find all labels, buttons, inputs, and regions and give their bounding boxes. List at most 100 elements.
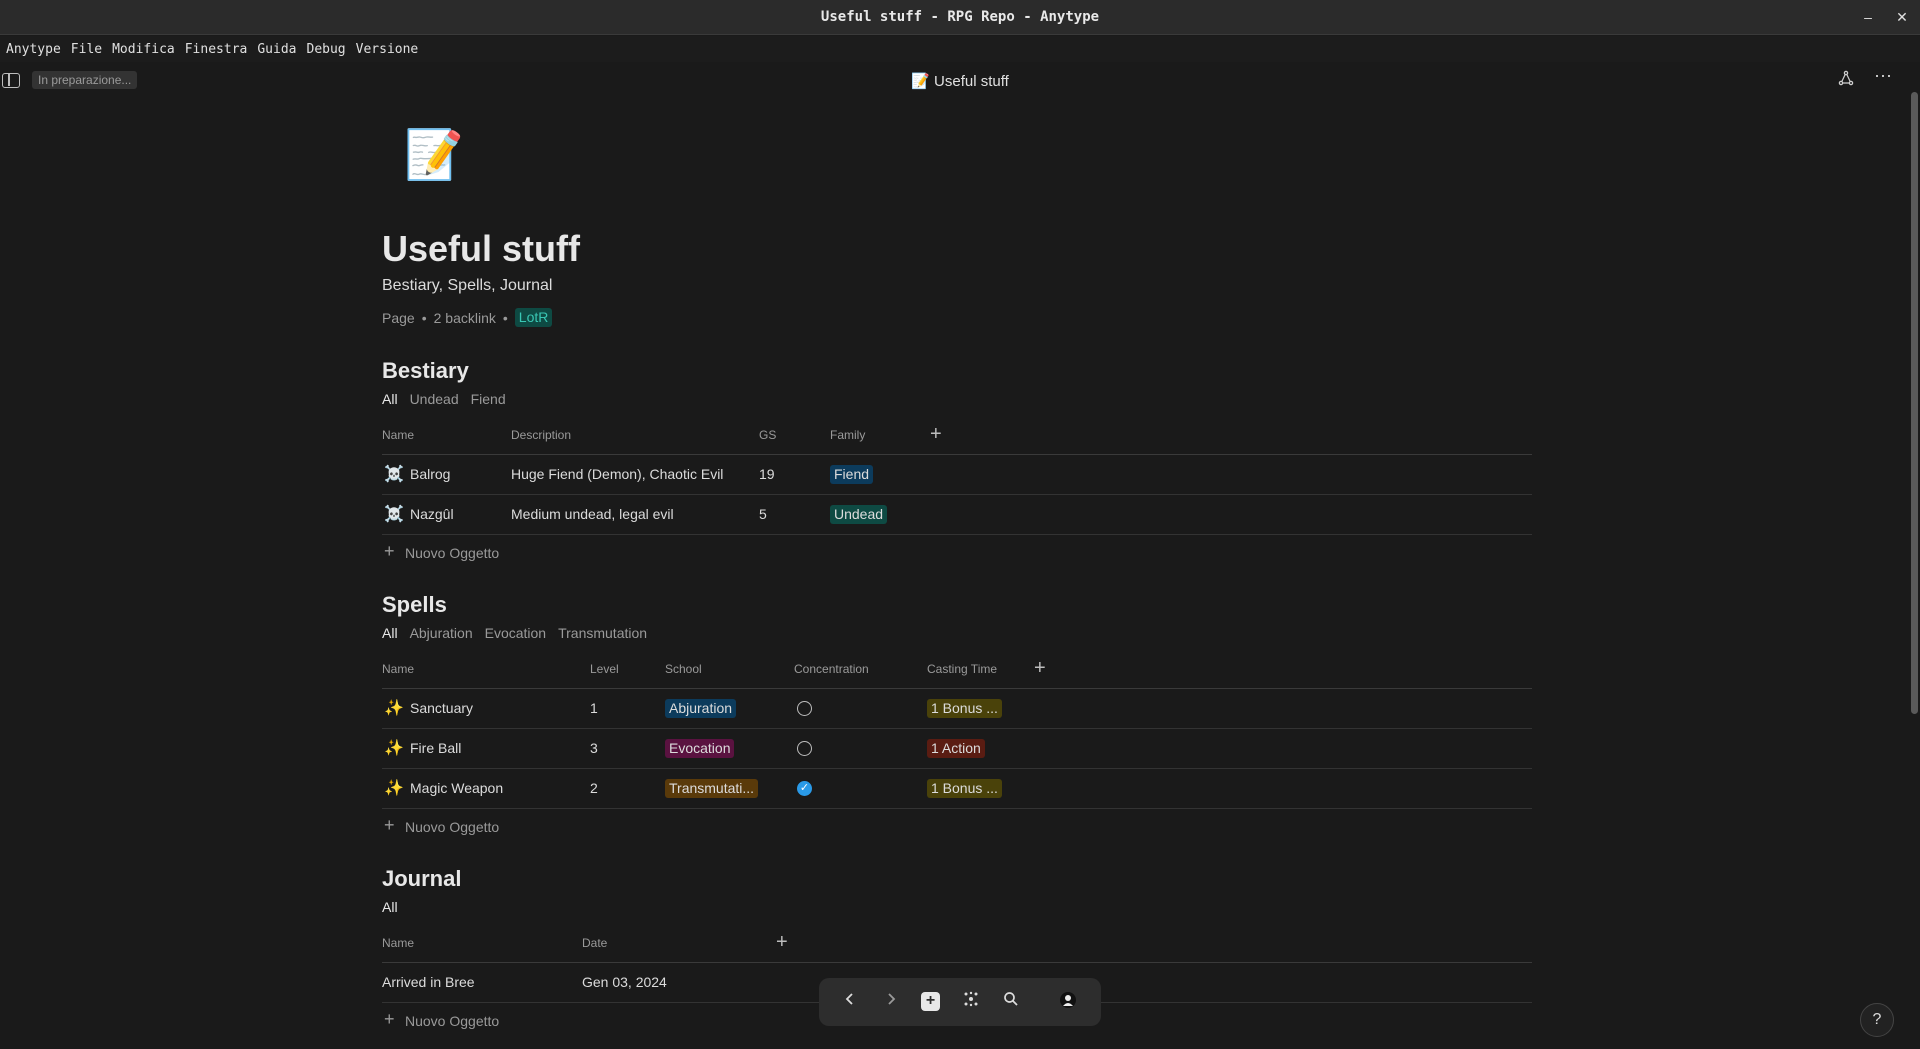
column-school[interactable]: School: [665, 662, 702, 676]
bestiary-title[interactable]: Bestiary: [382, 358, 1532, 384]
cell-level[interactable]: 1: [590, 700, 598, 716]
concentration-checkbox[interactable]: [797, 741, 812, 756]
table-row[interactable]: ☠️ Nazgûl Medium undead, legal evil 5 Un…: [382, 495, 1532, 535]
view-tab-all[interactable]: All: [382, 391, 398, 407]
column-name[interactable]: Name: [382, 428, 414, 442]
column-family[interactable]: Family: [830, 428, 865, 442]
skull-icon: ☠️: [384, 506, 404, 523]
cell-description[interactable]: Huge Fiend (Demon), Chaotic Evil: [511, 466, 723, 482]
plus-icon[interactable]: +: [921, 992, 940, 1011]
add-column-icon[interactable]: +: [1034, 657, 1046, 680]
cell-date[interactable]: Gen 03, 2024: [582, 974, 667, 990]
page-description[interactable]: Bestiary, Spells, Journal: [382, 277, 552, 295]
concentration-checked-icon[interactable]: ✓: [797, 781, 812, 796]
column-gs[interactable]: GS: [759, 428, 776, 442]
table-header: Name Date +: [382, 931, 1532, 963]
page-title[interactable]: Useful stuff: [382, 228, 580, 270]
view-tab-all[interactable]: All: [382, 899, 398, 915]
cell-description[interactable]: Medium undead, legal evil: [511, 506, 674, 522]
forward-icon[interactable]: [880, 991, 902, 1013]
journal-title[interactable]: Journal: [382, 866, 1532, 892]
graph-icon[interactable]: [1838, 70, 1854, 91]
floating-navbar: +: [819, 978, 1101, 1026]
table-row[interactable]: ✨ Sanctuary 1 Abjuration 1 Bonus ...: [382, 689, 1532, 729]
page-tag[interactable]: LotR: [514, 308, 553, 327]
profile-icon[interactable]: [1057, 991, 1079, 1013]
cell-name[interactable]: Fire Ball: [410, 740, 461, 756]
bestiary-section: Bestiary All Undead Fiend Name Descripti…: [382, 358, 1532, 571]
cell-name[interactable]: Balrog: [410, 466, 450, 482]
new-object-button[interactable]: + Nuovo Oggetto: [382, 535, 1532, 571]
cell-school-tag[interactable]: Abjuration: [665, 699, 737, 718]
cell-level[interactable]: 2: [590, 780, 598, 796]
column-description[interactable]: Description: [511, 428, 571, 442]
cell-name[interactable]: Nazgûl: [410, 506, 454, 522]
bestiary-table: Name Description GS Family + ☠️ Balrog H…: [382, 423, 1532, 571]
add-column-icon[interactable]: +: [776, 931, 788, 954]
window-title: Useful stuff - RPG Repo - Anytype: [820, 9, 1100, 25]
minimize-icon[interactable]: –: [1858, 8, 1878, 28]
concentration-checkbox[interactable]: [797, 701, 812, 716]
cell-name[interactable]: Sanctuary: [410, 700, 473, 716]
table-row[interactable]: ✨ Fire Ball 3 Evocation 1 Action: [382, 729, 1532, 769]
cell-school-tag[interactable]: Transmutati...: [665, 779, 759, 798]
view-tab-all[interactable]: All: [382, 625, 398, 641]
menu-finestra[interactable]: Finestra: [185, 42, 248, 57]
separator-dot: •: [421, 309, 427, 326]
menu-file[interactable]: File: [71, 42, 102, 57]
view-tab-undead[interactable]: Undead: [410, 391, 459, 407]
search-icon[interactable]: [1000, 991, 1022, 1013]
spells-table: Name Level School Concentration Casting …: [382, 657, 1532, 845]
back-icon[interactable]: [839, 991, 861, 1013]
table-row[interactable]: ✨ Magic Weapon 2 Transmutati... ✓ 1 Bonu…: [382, 769, 1532, 809]
column-date[interactable]: Date: [582, 936, 607, 950]
menu-versione[interactable]: Versione: [356, 42, 419, 57]
cell-casting-time-tag[interactable]: 1 Bonus ...: [927, 699, 1002, 718]
menu-anytype[interactable]: Anytype: [6, 42, 61, 57]
graph-icon[interactable]: [960, 991, 982, 1013]
cell-family-tag[interactable]: Fiend: [830, 465, 874, 484]
add-column-icon[interactable]: +: [930, 423, 942, 446]
view-tab-abjuration[interactable]: Abjuration: [410, 625, 473, 641]
cell-gs[interactable]: 19: [759, 466, 775, 482]
menu-modifica[interactable]: Modifica: [112, 42, 175, 57]
cell-level[interactable]: 3: [590, 740, 598, 756]
bestiary-views: All Undead Fiend: [382, 391, 1532, 407]
new-object-label: Nuovo Oggetto: [405, 545, 500, 561]
page-backlinks[interactable]: 2 backlink: [434, 310, 496, 326]
cell-family-tag[interactable]: Undead: [830, 505, 888, 524]
spells-views: All Abjuration Evocation Transmutation: [382, 625, 1532, 641]
scrollbar[interactable]: [1911, 92, 1918, 714]
cell-casting-time-tag[interactable]: 1 Action: [927, 739, 985, 758]
view-tab-fiend[interactable]: Fiend: [471, 391, 506, 407]
cell-name[interactable]: Magic Weapon: [410, 780, 503, 796]
sparkles-icon: ✨: [384, 740, 404, 757]
cell-name[interactable]: Arrived in Bree: [382, 974, 475, 990]
page-emoji-icon[interactable]: 📝: [404, 126, 464, 183]
page-meta: Page • 2 backlink • LotR: [382, 308, 553, 327]
column-casting-time[interactable]: Casting Time: [927, 662, 997, 676]
column-name[interactable]: Name: [382, 936, 414, 950]
menu-debug[interactable]: Debug: [307, 42, 346, 57]
new-object-label: Nuovo Oggetto: [405, 819, 500, 835]
close-icon[interactable]: ✕: [1892, 8, 1912, 28]
new-object-button[interactable]: + Nuovo Oggetto: [382, 809, 1532, 845]
cell-casting-time-tag[interactable]: 1 Bonus ...: [927, 779, 1002, 798]
page-header: In preparazione... 📝 Useful stuff ⋯: [0, 66, 1920, 96]
view-tab-transmutation[interactable]: Transmutation: [558, 625, 647, 641]
more-icon[interactable]: ⋯: [1874, 66, 1892, 87]
cell-school-tag[interactable]: Evocation: [665, 739, 735, 758]
spells-title[interactable]: Spells: [382, 592, 1532, 618]
plus-icon: +: [384, 815, 395, 835]
cell-gs[interactable]: 5: [759, 506, 767, 522]
plus-icon: +: [384, 541, 395, 561]
column-level[interactable]: Level: [590, 662, 619, 676]
table-row[interactable]: ☠️ Balrog Huge Fiend (Demon), Chaotic Ev…: [382, 455, 1532, 495]
column-concentration[interactable]: Concentration: [794, 662, 869, 676]
page-type[interactable]: Page: [382, 310, 415, 326]
view-tab-evocation[interactable]: Evocation: [485, 625, 546, 641]
menu-guida[interactable]: Guida: [257, 42, 296, 57]
header-title[interactable]: 📝 Useful stuff: [0, 72, 1920, 90]
help-button[interactable]: ?: [1860, 1003, 1894, 1037]
column-name[interactable]: Name: [382, 662, 414, 676]
